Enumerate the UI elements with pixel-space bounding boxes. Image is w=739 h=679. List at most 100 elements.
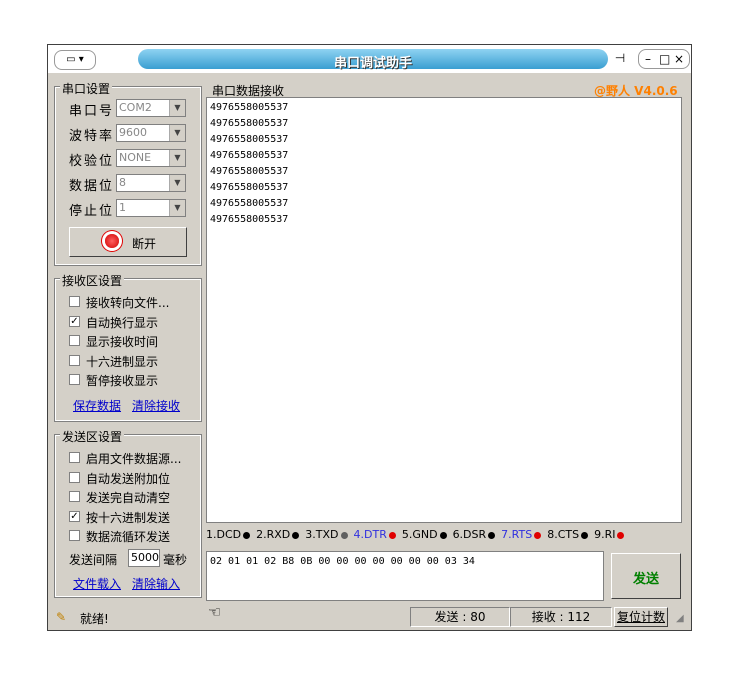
checkbox[interactable] — [69, 335, 80, 346]
pin-led-icon — [243, 531, 251, 539]
checkbox[interactable] — [69, 471, 80, 483]
chevron-down-icon[interactable]: ▼ — [169, 125, 185, 141]
checkbox[interactable] — [69, 452, 80, 463]
pin-label: 2.RXD — [256, 528, 291, 541]
title-bar: ▭ ▾ 串口调试助手 ⊣ – □ × — [48, 45, 691, 73]
serial-field-label: 串口号 — [69, 104, 115, 119]
app-window: ▭ ▾ 串口调试助手 ⊣ – □ × 串口设置 断开 接收区设置 保存数据 清除… — [47, 44, 692, 631]
option-label: 十六进制显示 — [86, 354, 159, 369]
option-label: 暂停接收显示 — [86, 374, 159, 388]
clear-input-link[interactable]: 清除输入 — [132, 575, 180, 592]
save-data-link[interactable]: 保存数据 — [73, 397, 121, 414]
checkbox[interactable] — [69, 530, 80, 541]
send-text-area[interactable]: 02 01 01 02 B8 0B 00 00 00 00 00 00 00 0… — [206, 551, 604, 601]
serial-field-combo[interactable]: 8 ▼ — [116, 174, 186, 192]
option-label: 启用文件数据源... — [86, 452, 182, 466]
send-button-label: 发送 — [632, 572, 659, 587]
status-bar: ✎ 就绪! ☜ 发送 : 80 接收 : 112 复位计数 ◢ — [48, 603, 691, 630]
serial-field-value: 8 — [119, 176, 126, 189]
serial-field-label: 波特率 — [69, 129, 115, 144]
send-interval-label: 发送间隔 — [69, 553, 118, 567]
option-row[interactable]: 接收转向文件... — [69, 293, 199, 311]
pin-led-icon — [617, 531, 625, 539]
pin-indicator: 4.DTR — [354, 528, 396, 541]
serial-field-value: COM2 — [119, 101, 152, 114]
chevron-down-icon[interactable]: ▼ — [169, 150, 185, 166]
serial-field-combo[interactable]: COM2 ▼ — [116, 99, 186, 117]
ready-text: 就绪! — [80, 612, 109, 626]
maximize-icon[interactable]: □ — [659, 50, 670, 68]
pin-label: 9.RI — [594, 528, 616, 541]
disconnect-button[interactable]: 断开 — [69, 227, 187, 257]
option-row[interactable]: 显示接收时间 — [69, 332, 199, 350]
pin-status-bar: 1.DCD 2.RXD 3.TXD 4.DTR 5.GND 6.DSR 7.RTS 8.CTS… — [206, 525, 682, 545]
pin-indicator: 2.RXD — [256, 528, 300, 541]
receive-line: 4976558005537 — [210, 118, 289, 129]
load-file-link[interactable]: 文件载入 — [73, 575, 121, 592]
option-label: 接收转向文件... — [86, 296, 170, 310]
pin-label: 7.RTS — [501, 528, 533, 541]
option-row[interactable]: 暂停接收显示 — [69, 371, 199, 389]
option-label: 自动换行显示 — [86, 315, 159, 330]
close-icon[interactable]: × — [674, 50, 684, 68]
option-row[interactable]: 发送完自动清空 — [69, 488, 199, 506]
pin-led-icon — [340, 531, 348, 539]
option-label: 显示接收时间 — [86, 335, 159, 349]
pin-label: 5.GND — [401, 528, 438, 541]
pin-led-icon — [292, 531, 300, 539]
receive-line: 4976558005537 — [210, 166, 289, 177]
received-count: 接收 : 112 — [510, 607, 612, 627]
serial-field-value: 1 — [119, 201, 126, 214]
send-button[interactable]: 发送 — [611, 553, 681, 599]
option-row[interactable]: 自动发送附加位 — [69, 469, 199, 487]
option-label: 自动发送附加位 — [86, 471, 171, 486]
send-interval-input[interactable]: 5000 — [128, 549, 160, 567]
chevron-down-icon[interactable]: ▼ — [169, 100, 185, 116]
option-row[interactable]: 启用文件数据源... — [69, 449, 199, 467]
system-menu-icon[interactable]: ▭ ▾ — [54, 50, 96, 70]
pin-indicator: 7.RTS — [501, 528, 542, 541]
serial-field-combo[interactable]: 9600 ▼ — [116, 124, 186, 142]
serial-field-value: 9600 — [119, 126, 147, 139]
pin-indicator: 3.TXD — [305, 528, 348, 541]
receive-settings-title: 接收区设置 — [60, 272, 125, 289]
checkbox[interactable]: ✓ — [69, 510, 80, 522]
checkbox[interactable] — [69, 491, 80, 502]
pin-indicator: 8.CTS — [547, 528, 589, 541]
resize-grip-icon[interactable]: ◢ — [676, 613, 684, 624]
receive-line: 4976558005537 — [210, 150, 289, 161]
option-row[interactable]: 十六进制显示 — [69, 352, 199, 370]
serial-field-combo[interactable]: 1 ▼ — [116, 199, 186, 217]
serial-field-value: NONE — [119, 151, 152, 164]
pin-icon[interactable]: ⊣ — [610, 49, 630, 67]
checkbox[interactable] — [69, 354, 80, 366]
option-row[interactable]: 数据流循环发送 — [69, 527, 199, 545]
checkbox[interactable]: ✓ — [69, 315, 80, 327]
option-row[interactable]: ✓ 按十六进制发送 — [69, 508, 199, 526]
checkbox[interactable] — [69, 296, 80, 307]
pin-led-icon — [488, 531, 496, 539]
checkbox[interactable] — [69, 374, 80, 385]
pin-label: 8.CTS — [547, 528, 580, 541]
minimize-icon[interactable]: – — [645, 50, 651, 68]
serial-field-label: 数据位 — [69, 179, 115, 194]
serial-field-label: 校验位 — [69, 154, 115, 169]
pin-led-icon — [581, 531, 589, 539]
option-label: 数据流循环发送 — [86, 530, 171, 544]
chevron-down-icon[interactable]: ▼ — [169, 175, 185, 191]
sent-count: 发送 : 80 — [410, 607, 510, 627]
receive-text-area[interactable]: 4976558005537 4976558005537 4976558005537 4… — [206, 97, 682, 523]
option-label: 发送完自动清空 — [86, 491, 171, 505]
clear-receive-link[interactable]: 清除接收 — [132, 397, 180, 414]
serial-field-combo[interactable]: NONE ▼ — [116, 149, 186, 167]
reset-count-button[interactable]: 复位计数 — [614, 607, 668, 627]
receive-line: 4976558005537 — [210, 134, 289, 145]
send-interval-unit: 毫秒 — [163, 553, 188, 567]
receive-line: 4976558005537 — [210, 214, 289, 225]
option-row[interactable]: ✓ 自动换行显示 — [69, 313, 199, 331]
receive-line: 4976558005537 — [210, 182, 289, 193]
pin-led-icon — [534, 531, 542, 539]
pin-indicator: 6.DSR — [453, 528, 496, 541]
send-settings-title: 发送区设置 — [60, 428, 125, 445]
chevron-down-icon[interactable]: ▼ — [169, 200, 185, 216]
